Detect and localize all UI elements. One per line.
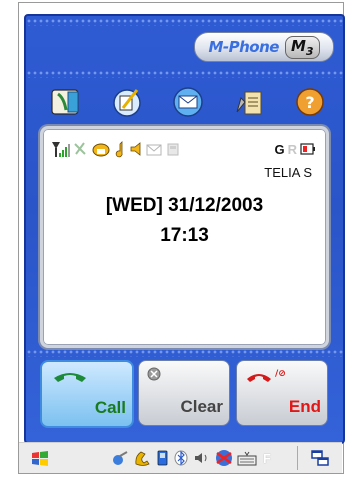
toolbar: ? <box>48 82 328 122</box>
phone-ringer-icon <box>92 143 110 157</box>
svg-text:?: ? <box>305 93 314 112</box>
clear-button[interactable]: Clear <box>138 360 230 426</box>
call-button[interactable]: Call <box>40 360 134 428</box>
model-name: M <box>290 36 306 55</box>
phone-tray-icon[interactable] <box>133 449 151 467</box>
status-bar: G R <box>51 139 316 159</box>
call-handset-icon <box>54 373 86 382</box>
decorative-dots-top <box>26 18 343 26</box>
brand-name: M-Phone <box>208 38 279 56</box>
svg-text:/⊘: /⊘ <box>275 369 286 379</box>
start-windows-icon[interactable] <box>29 449 51 467</box>
messages-icon[interactable] <box>170 84 206 120</box>
carrier-name: TELIA S <box>264 165 312 180</box>
contacts-icon[interactable] <box>48 84 84 120</box>
settings-icon[interactable] <box>231 84 267 120</box>
decorative-dots-bottom <box>26 349 343 357</box>
decorative-dots-mid <box>26 70 343 78</box>
sync-icon[interactable] <box>213 449 235 467</box>
model-badge: M3 <box>284 35 320 59</box>
call-divert-icon <box>74 142 86 155</box>
fax-icon <box>167 143 179 156</box>
time-display: 17:13 <box>160 225 209 246</box>
network-gprs-indicator: G <box>274 141 285 157</box>
help-icon[interactable]: ? <box>292 84 328 120</box>
compose-icon[interactable] <box>109 84 145 120</box>
switch-window-icon[interactable] <box>309 449 331 467</box>
phone-display: G R TELIA S [WED] 31/12/2003 17:13 <box>40 126 329 348</box>
clear-button-label: Clear <box>180 397 223 416</box>
call-buttons: Call Clear /⊘ End <box>40 360 328 428</box>
taskbar-separator <box>297 446 298 470</box>
speaker-icon <box>130 142 141 156</box>
date-display: [WED] 31/12/2003 <box>105 195 264 216</box>
taskbar: F <box>19 442 342 473</box>
battery-icon <box>300 143 315 155</box>
mobile-tray-icon[interactable] <box>153 449 171 467</box>
end-button[interactable]: /⊘ End <box>236 360 328 426</box>
model-number: 3 <box>305 44 314 58</box>
music-note-icon <box>115 141 123 158</box>
brand-logo: M-Phone M3 <box>194 32 334 62</box>
connection-icon[interactable] <box>111 449 129 467</box>
bluetooth-icon[interactable] <box>173 449 189 467</box>
signal-strength-icon <box>52 142 70 157</box>
network-roaming-indicator: R <box>287 141 297 157</box>
keyboard-icon[interactable] <box>237 449 257 467</box>
end-button-label: End <box>288 397 321 416</box>
clear-icon <box>147 367 161 381</box>
tray-f-indicator[interactable]: F <box>259 449 275 467</box>
call-button-label: Call <box>94 398 126 417</box>
volume-icon[interactable] <box>193 449 211 467</box>
end-call-icon: /⊘ <box>247 369 286 382</box>
envelope-icon <box>146 144 162 156</box>
phone-shell: M-Phone M3 ? G R TELIA S [WED] 31/12/200… <box>24 14 345 444</box>
